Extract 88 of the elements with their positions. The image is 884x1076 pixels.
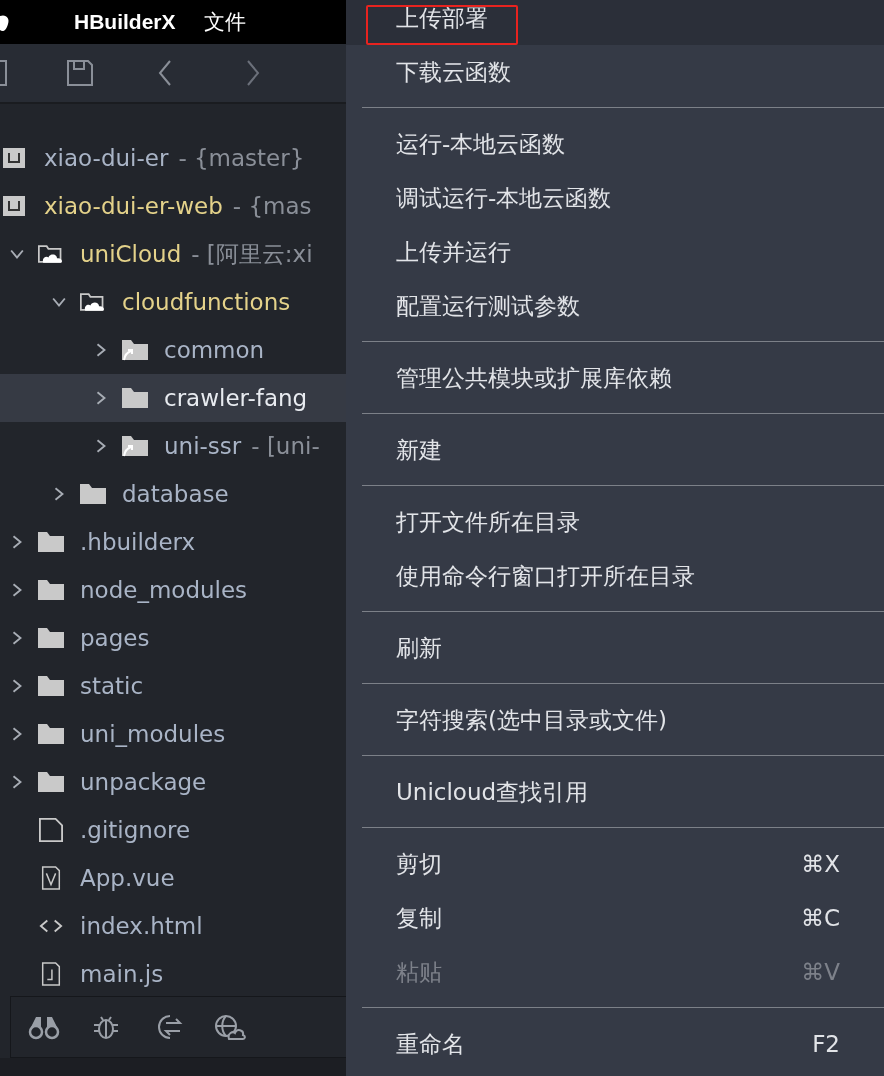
item-suffix: - {mas bbox=[232, 193, 312, 219]
item-name: uniCloud bbox=[80, 241, 182, 267]
item-name: .gitignore bbox=[80, 817, 191, 843]
tree-item[interactable]: App.vue bbox=[0, 854, 346, 902]
item-name: unpackage bbox=[80, 769, 207, 795]
chevron-icon[interactable] bbox=[10, 535, 24, 549]
linked-folder-icon bbox=[122, 338, 148, 362]
item-name: uni_modules bbox=[80, 721, 226, 747]
menu-item[interactable]: 刷新 bbox=[346, 621, 884, 675]
menu-item[interactable]: 运行-本地云函数 bbox=[346, 117, 884, 171]
item-name: xiao-dui-er bbox=[44, 145, 169, 171]
menu-item[interactable]: 文件 bbox=[203, 8, 246, 36]
menu-item[interactable]: 使用命令行窗口打开所在目录 bbox=[346, 549, 884, 603]
chevron-icon[interactable] bbox=[10, 679, 24, 693]
tree-item[interactable]: uni-ssr - [uni- bbox=[0, 422, 346, 470]
item-suffix: - [uni- bbox=[251, 433, 320, 459]
menu-item[interactable]: 管理公共模块或扩展库依赖 bbox=[346, 351, 884, 405]
folder-icon bbox=[80, 482, 106, 506]
menu-item[interactable]: Unicloud查找引用 bbox=[346, 765, 884, 819]
tree-item[interactable]: xiao-dui-er - {master} bbox=[0, 134, 346, 182]
chevron-icon[interactable] bbox=[10, 775, 24, 789]
item-name: database bbox=[122, 481, 229, 507]
globe-cloud-icon[interactable] bbox=[214, 1013, 246, 1041]
chevron-icon[interactable] bbox=[10, 727, 24, 741]
item-name: main.js bbox=[80, 961, 164, 987]
tree-item[interactable]: common bbox=[0, 326, 346, 374]
item-name: common bbox=[164, 337, 265, 363]
item-suffix: - {master} bbox=[178, 145, 305, 171]
folder-icon bbox=[122, 386, 148, 410]
tree-item[interactable]: main.js bbox=[0, 950, 346, 996]
folder-icon bbox=[38, 722, 64, 746]
menu-item[interactable]: 上传部署 bbox=[346, 0, 884, 45]
menu-item[interactable]: 字符搜索(选中目录或文件) bbox=[346, 693, 884, 747]
folder-icon bbox=[38, 626, 64, 650]
folder-icon bbox=[38, 530, 64, 554]
menu-item[interactable]: 新建 bbox=[346, 423, 884, 477]
chevron-icon[interactable] bbox=[10, 247, 24, 261]
folder-icon bbox=[38, 770, 64, 794]
chevron-icon[interactable] bbox=[52, 487, 66, 501]
chevron-icon[interactable] bbox=[94, 391, 108, 405]
folder-icon bbox=[38, 578, 64, 602]
item-name: pages bbox=[80, 625, 150, 651]
menu-item[interactable]: 上传并运行 bbox=[346, 225, 884, 279]
project-icon bbox=[2, 146, 28, 170]
tree-item[interactable]: node_modules bbox=[0, 566, 346, 614]
menu-item[interactable]: 剪切 ⌘X bbox=[346, 837, 884, 891]
project-icon bbox=[2, 194, 28, 218]
item-name: index.html bbox=[80, 913, 203, 939]
item-name: uni-ssr bbox=[164, 433, 242, 459]
menu-item[interactable]: 重命名 F2 bbox=[346, 1017, 884, 1071]
tree-item[interactable]: xiao-dui-er-web - {mas bbox=[0, 182, 346, 230]
item-name: node_modules bbox=[80, 577, 248, 603]
item-name: .hbuilderx bbox=[80, 529, 196, 555]
tree-item[interactable]: index.html bbox=[0, 902, 346, 950]
menu-item[interactable]: 打开文件所在目录 bbox=[346, 495, 884, 549]
chevron-icon[interactable] bbox=[10, 583, 24, 597]
file-icon bbox=[38, 818, 64, 842]
save-icon[interactable] bbox=[66, 59, 94, 87]
tree-item[interactable]: static bbox=[0, 662, 346, 710]
menu-item[interactable]: 下载云函数 bbox=[346, 45, 884, 99]
item-suffix: - [阿里云:xi bbox=[191, 239, 313, 269]
item-name: cloudfunctions bbox=[122, 289, 291, 315]
tree-item[interactable]: .hbuilderx bbox=[0, 518, 346, 566]
tree-item[interactable]: pages bbox=[0, 614, 346, 662]
tree-item[interactable]: uni_modules bbox=[0, 710, 346, 758]
linked-folder-icon bbox=[122, 434, 148, 458]
item-name: App.vue bbox=[80, 865, 175, 891]
folder-icon bbox=[38, 674, 64, 698]
tree-item[interactable]: unpackage bbox=[0, 758, 346, 806]
chevron-icon[interactable] bbox=[94, 343, 108, 357]
item-name: xiao-dui-er-web bbox=[44, 193, 223, 219]
tree-item[interactable]: cloudfunctions bbox=[0, 278, 346, 326]
menu-item[interactable]: 复制 ⌘C bbox=[346, 891, 884, 945]
item-name: crawler-fang bbox=[164, 385, 308, 411]
item-name: static bbox=[80, 673, 144, 699]
chevron-icon[interactable] bbox=[10, 631, 24, 645]
chevron-icon[interactable] bbox=[52, 295, 66, 309]
cloud-folder-icon bbox=[38, 242, 64, 266]
tree-item[interactable]: database bbox=[0, 470, 346, 518]
chevron-icon[interactable] bbox=[94, 439, 108, 453]
cloud-folder-icon bbox=[80, 290, 106, 314]
menu-item[interactable]: 调试运行-本地云函数 bbox=[346, 171, 884, 225]
panel-icon[interactable] bbox=[0, 59, 8, 87]
tree-item[interactable]: .gitignore bbox=[0, 806, 346, 854]
menu-item[interactable]: 配置运行测试参数 bbox=[346, 279, 884, 333]
tree-item[interactable]: uniCloud - [阿里云:xi bbox=[0, 230, 346, 278]
tree-item[interactable]: crawler-fang bbox=[0, 374, 346, 422]
app-name[interactable]: HBuilderX bbox=[74, 10, 176, 34]
